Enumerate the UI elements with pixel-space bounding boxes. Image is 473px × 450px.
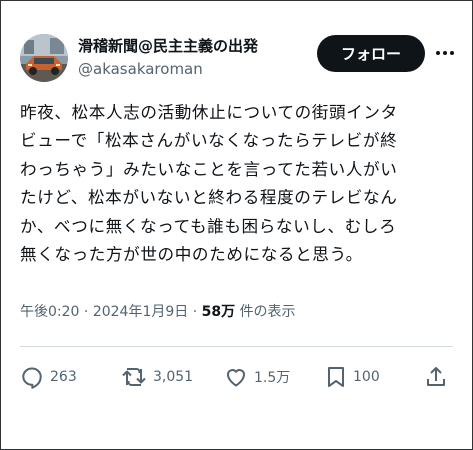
repost-button[interactable]: 3,051: [121, 363, 193, 391]
tweet-line: ビューで「松本さんがいなくなったらテレビが終: [20, 131, 398, 151]
follow-button[interactable]: フォロー: [317, 35, 425, 72]
repost-icon: [122, 368, 146, 386]
author-names: 滑稽新聞@民主主義の出発 @akasakaroman: [78, 36, 258, 79]
tweet-header: 滑稽新聞@民主主義の出発 @akasakaroman フォロー: [20, 34, 458, 86]
tweet-line: 無くなった方が世の中のためになると思う。: [20, 245, 363, 265]
user-handle[interactable]: @akasakaroman: [78, 59, 258, 79]
divider: [20, 346, 453, 347]
action-bar: 263 3,051 1.5万 100: [20, 363, 453, 391]
avatar[interactable]: [20, 34, 68, 82]
tweet-text: 昨夜、松本人志の活動休止についての街頭インタ ビューで「松本さんがいなくなったら…: [20, 99, 460, 269]
share-button[interactable]: [424, 363, 448, 391]
tweet-card: 滑稽新聞@民主主義の出発 @akasakaroman フォロー 昨夜、松本人志の…: [0, 0, 473, 450]
tweet-line: か、べつに無くなっても誰も困らないし、むしろ: [20, 216, 397, 236]
reply-icon: [22, 367, 42, 389]
share-icon: [427, 367, 445, 386]
reply-button[interactable]: 263: [20, 363, 77, 391]
meta-separator: ·: [192, 304, 198, 320]
views-label: 件の表示: [239, 304, 296, 320]
bookmark-icon: [328, 367, 344, 387]
tweet-time[interactable]: 午後0:20: [20, 304, 79, 320]
tweet-meta: 午後0:20 · 2024年1月9日 · 58万 件の表示: [20, 302, 296, 322]
like-button[interactable]: 1.5万: [224, 363, 290, 391]
tweet-line: わっちゃう」みたいなことを言ってた若い人がい: [20, 159, 398, 179]
reply-count: 263: [50, 369, 77, 385]
repost-count: 3,051: [153, 369, 194, 385]
bookmark-count: 100: [353, 369, 380, 385]
avatar-image: [20, 34, 68, 82]
views-count[interactable]: 58万: [202, 304, 235, 320]
tweet-date[interactable]: 2024年1月9日: [93, 304, 188, 320]
tweet-line: 昨夜、松本人志の活動休止についての街頭インタ: [20, 103, 398, 122]
more-icon[interactable]: [432, 42, 458, 64]
bookmark-button[interactable]: 100: [325, 363, 380, 391]
tweet-line: たけど、松本がいないと終わる程度のテレビなん: [20, 188, 398, 208]
like-count: 1.5万: [254, 370, 291, 386]
heart-icon: [227, 369, 245, 387]
display-name[interactable]: 滑稽新聞@民主主義の出発: [78, 36, 258, 56]
meta-separator: ·: [83, 304, 89, 320]
